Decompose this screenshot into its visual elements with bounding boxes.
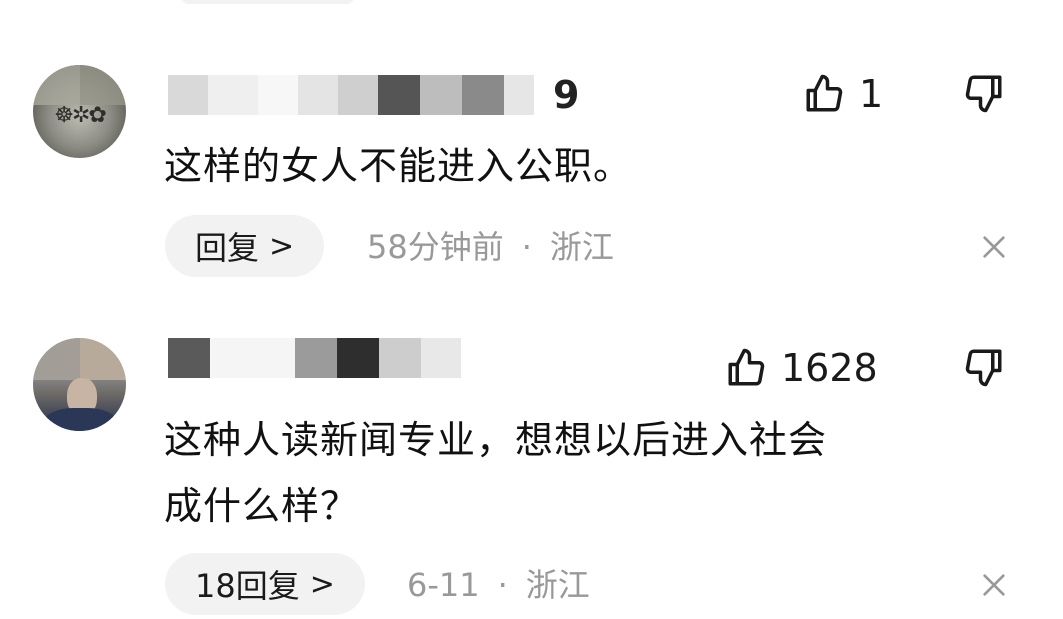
chevron-right-icon: > [309,566,335,602]
comment-text-line: 这种人读新闻专业，想想以后进入社会 [164,418,828,462]
reply-label: 18回复 [195,567,300,605]
thumbs-down-icon [965,75,1002,113]
like-button[interactable]: 1 [803,72,883,116]
comment-meta: 6-11 · 浙江 [407,569,590,601]
reply-button[interactable]: 18回复 > [165,553,365,615]
like-button[interactable]: 1628 [725,346,878,390]
meta-separator: · [497,566,508,604]
thumbs-down-icon [965,349,1002,387]
comment-time: 58分钟前 [367,228,504,266]
like-count: 1 [859,72,884,116]
like-count: 1628 [781,346,878,390]
avatar[interactable]: ☸︎✲✿ [33,65,126,158]
close-icon[interactable] [978,231,1010,263]
thumbs-up-icon [728,348,765,386]
comment-text: 这样的女人不能进入公职。 [164,144,633,188]
comment-location: 浙江 [549,228,614,266]
thumbs-up-icon [806,74,843,112]
comment-location: 浙江 [525,566,590,604]
close-icon[interactable] [978,569,1010,601]
username-blurred[interactable] [168,338,468,378]
comment-text: 这种人读新闻专业，想想以后进入社会 成什么样？ [164,407,827,539]
comment-text-line: 成什么样？ [164,484,360,528]
avatar[interactable] [33,338,126,431]
username-tail: 9 [553,73,580,117]
coin-icon: ☸︎✲✿ [54,103,107,128]
meta-separator: · [521,228,532,266]
username-blurred[interactable] [168,75,568,115]
dislike-button[interactable] [963,72,1007,116]
dislike-button[interactable] [963,346,1007,390]
reply-button[interactable]: 回复 > [165,215,325,277]
reply-label: 回复 [195,229,260,267]
comment-meta: 58分钟前 · 浙江 [367,231,614,263]
chevron-right-icon: > [269,228,295,264]
previous-comment-pill-edge [180,0,355,4]
comment-time: 6-11 [407,566,480,604]
